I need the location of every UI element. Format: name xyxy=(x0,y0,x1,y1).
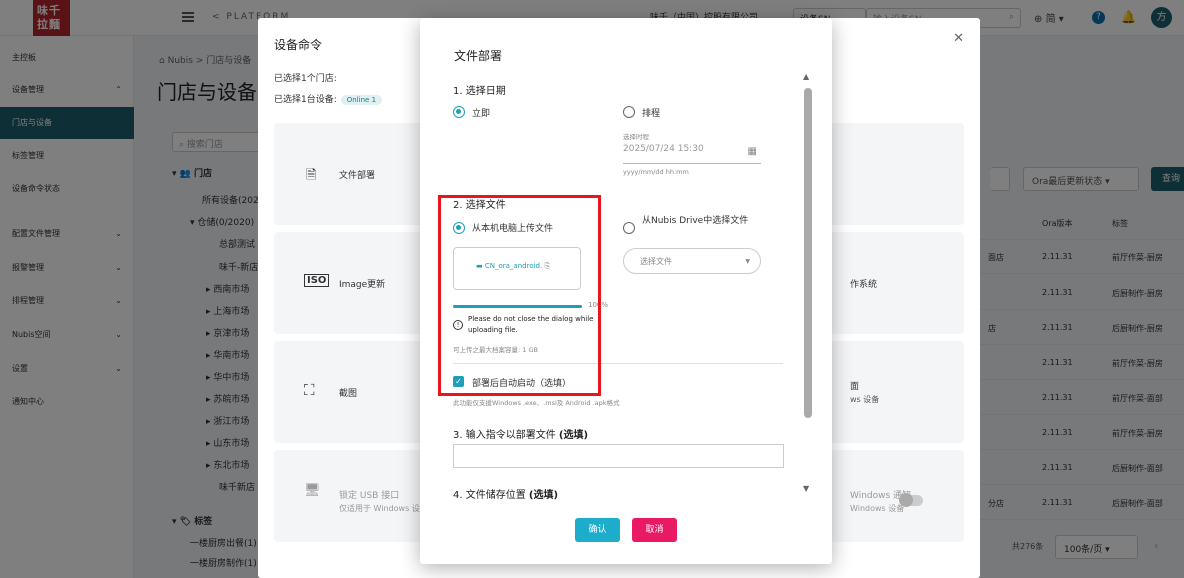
selected-store-count: 已选择1个门店: xyxy=(274,74,337,84)
file-deploy-title: 文件部署 xyxy=(454,49,503,63)
drive-file-select[interactable]: 选择文件 ▼ xyxy=(623,248,761,274)
command-sub: 仅适用于 Windows 设备 xyxy=(339,504,428,513)
command-label: 面 xyxy=(850,382,860,392)
confirm-button[interactable]: 确认 xyxy=(575,518,620,542)
command-label: 锁定 USB 接口 xyxy=(339,491,400,501)
schedule-time-value: 2025/07/24 15:30 xyxy=(623,144,704,154)
command-input[interactable] xyxy=(453,444,784,468)
calendar-icon[interactable]: ▦ xyxy=(748,146,757,157)
schedule-time-field[interactable]: 2025/07/24 15:30 ▦ xyxy=(623,144,761,164)
command-label: 截图 xyxy=(339,389,358,399)
command-label: 作系统 xyxy=(850,280,878,290)
radio-now-label[interactable]: 立即 xyxy=(472,106,490,119)
file-deploy-dialog: 文件部署 1. 选择日期 立即 排程 选择时程 2025/07/24 15:30… xyxy=(420,18,832,564)
status-badge: Online 1 xyxy=(340,95,383,105)
selected-device-label: 已选择1台设备: xyxy=(274,95,337,105)
schedule-time-format: yyyy/mm/dd hh:mm xyxy=(623,168,689,176)
step-storage-location: 4. 文件储存位置 (选填) xyxy=(453,486,558,501)
highlight-box xyxy=(438,195,601,396)
scroll-down-arrow-icon[interactable]: ▼ xyxy=(803,484,809,493)
file-deploy-icon: 🗎 xyxy=(306,168,317,183)
command-sub: Windows 设备 xyxy=(850,504,905,513)
command-label: 文件部署 xyxy=(339,171,376,181)
drive-file-placeholder: 选择文件 xyxy=(640,257,672,266)
usb-lock-icon: 🖥 xyxy=(304,483,321,498)
command-label: Image更新 xyxy=(339,280,386,290)
step-storage-label: 4. 文件储存位置 xyxy=(453,490,529,501)
radio-schedule-label[interactable]: 排程 xyxy=(642,106,660,119)
step-storage-optional: (选填) xyxy=(528,490,559,501)
iso-icon: ISO xyxy=(304,274,330,287)
step-command-label: 3. 输入指令以部署文件 xyxy=(453,430,559,441)
radio-nubis-drive-label[interactable]: 从Nubis Drive中选择文件 xyxy=(642,215,752,228)
scrollbar-thumb[interactable] xyxy=(804,88,812,418)
device-command-title: 设备命令 xyxy=(274,38,323,52)
cancel-button[interactable]: 取消 xyxy=(632,518,677,542)
step-command-optional: (选填) xyxy=(558,430,589,441)
radio-now[interactable] xyxy=(453,106,465,118)
selected-device-count: 已选择1台设备: Online 1 xyxy=(274,92,383,105)
caret-down-icon: ▼ xyxy=(745,258,750,265)
scroll-up-arrow-icon[interactable]: ▲ xyxy=(803,72,809,81)
radio-schedule[interactable] xyxy=(623,106,635,118)
close-icon[interactable]: ✕ xyxy=(953,31,964,46)
step-select-date: 1. 选择日期 xyxy=(453,86,506,97)
command-sub: ws 设备 xyxy=(850,395,880,404)
crop-icon: ⛶ xyxy=(304,381,315,399)
schedule-time-label: 选择时程 xyxy=(623,133,649,141)
autostart-note: 此功能仅支援Windows .exe、.msi及 Android .apk格式 xyxy=(453,399,620,407)
step-command: 3. 输入指令以部署文件 (选填) xyxy=(453,426,588,441)
radio-nubis-drive[interactable] xyxy=(623,222,635,234)
windows-notify-toggle[interactable] xyxy=(899,493,923,507)
